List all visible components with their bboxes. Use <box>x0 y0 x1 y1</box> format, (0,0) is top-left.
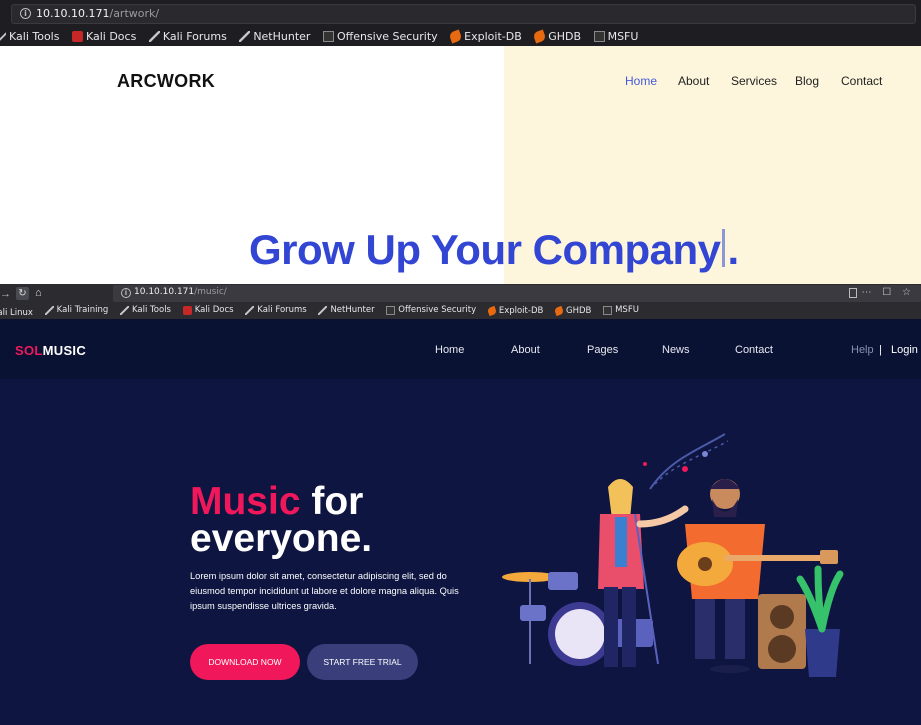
bottom-bookmarks-bar: Kali Linux Kali Training Kali Tools Kali… <box>0 303 921 319</box>
page-actions-icons[interactable]: ⋯ ☐ ☆ <box>862 287 916 298</box>
kali-dragon-icon <box>148 31 160 42</box>
bottom-browser-toolbar: → ↻ ⌂ i 10.10.10.171/music/ ⋯ ☐ ☆ <box>0 284 921 303</box>
ghdb-icon <box>532 29 547 44</box>
msfu-icon <box>603 305 613 315</box>
home-icon[interactable]: ⌂ <box>35 287 42 299</box>
bookmark-ghdb[interactable]: GHDB <box>553 305 591 316</box>
bookmark-msfu[interactable]: MSFU <box>593 30 638 43</box>
bookmark-nethunter[interactable]: NetHunter <box>318 305 375 315</box>
bookmark-kali-forums[interactable]: Kali Forums <box>148 30 227 43</box>
bookmark-msfu[interactable]: MSFU <box>603 305 639 315</box>
nethunter-icon <box>239 31 251 42</box>
nav-news[interactable]: News <box>662 344 690 356</box>
bookmark-exploit-db[interactable]: Exploit-DB <box>486 305 543 316</box>
reader-view-icon[interactable] <box>849 288 857 298</box>
kali-dragon-icon <box>245 305 255 315</box>
top-browser-toolbar: i 10.10.10.171/artwork/ <box>0 0 921 28</box>
bookmark-kali-forums[interactable]: Kali Forums <box>245 305 307 315</box>
offsec-icon <box>386 305 396 315</box>
nav-contact[interactable]: Contact <box>841 74 882 88</box>
start-free-trial-button[interactable]: START FREE TRIAL <box>307 644 418 680</box>
bottom-address-bar[interactable]: i 10.10.10.171/music/ ⋯ ☐ ☆ <box>113 285 921 302</box>
musicians-illustration <box>502 433 844 677</box>
hero-heading: Music for everyone. <box>190 480 373 560</box>
hero-description: Lorem ipsum dolor sit amet, consectetur … <box>190 571 459 611</box>
bookmark-kali-docs[interactable]: Kali Docs <box>182 305 234 315</box>
bookmark-kali-tools[interactable]: Kali Tools <box>119 305 171 315</box>
offsec-icon <box>322 31 334 42</box>
solmusic-logo[interactable]: SOLMUSIC <box>15 343 86 358</box>
site-logo[interactable]: ARCWORK <box>117 71 215 92</box>
typing-caret <box>722 229 726 267</box>
info-icon[interactable]: i <box>20 8 31 19</box>
exploit-db-icon <box>486 305 497 316</box>
help-link[interactable]: Help <box>851 344 874 356</box>
bookmark-kali-tools[interactable]: Kali Tools <box>0 30 59 43</box>
bookmark-kali-linux[interactable]: Kali Linux <box>0 308 33 318</box>
kali-dragon-icon <box>44 305 54 315</box>
top-address-bar[interactable]: i 10.10.10.171/artwork/ <box>11 4 916 24</box>
music-header: SOLMUSIC Home About Pages News Contact H… <box>0 319 921 379</box>
bookmark-offensive-security[interactable]: Offensive Security <box>386 305 476 315</box>
nav-home[interactable]: Home <box>435 344 464 356</box>
nav-blog[interactable]: Blog <box>795 74 819 88</box>
bookmark-nethunter[interactable]: NetHunter <box>239 30 310 43</box>
nav-about[interactable]: About <box>511 344 540 356</box>
kali-dragon-icon <box>119 305 129 315</box>
nethunter-icon <box>318 305 328 315</box>
bookmark-ghdb[interactable]: GHDB <box>532 29 581 44</box>
top-url-text: 10.10.10.171/artwork/ <box>36 7 160 20</box>
bookmark-exploit-db[interactable]: Exploit-DB <box>448 29 522 44</box>
nav-home[interactable]: Home <box>625 74 657 88</box>
bookmark-kali-docs[interactable]: Kali Docs <box>71 30 136 43</box>
download-now-button[interactable]: DOWNLOAD NOW <box>190 644 300 680</box>
kali-docs-icon <box>182 305 192 315</box>
exploit-db-icon <box>448 29 463 44</box>
kali-docs-icon <box>71 31 83 42</box>
bookmark-offensive-security[interactable]: Offensive Security <box>322 30 438 43</box>
hero-heading: Grow Up Your Company. <box>249 226 739 273</box>
nav-about[interactable]: About <box>678 74 709 88</box>
artwork-page: ARCWORK Home About Services Blog Contact… <box>0 46 921 284</box>
music-page: SOLMUSIC Home About Pages News Contact H… <box>0 319 921 725</box>
nav-pages[interactable]: Pages <box>587 344 618 356</box>
bookmark-kali-training[interactable]: Kali Training <box>44 305 108 315</box>
header-separator: | <box>879 344 882 356</box>
ghdb-icon <box>553 305 565 316</box>
login-link[interactable]: Login <box>891 344 918 356</box>
nav-services[interactable]: Services <box>731 74 777 88</box>
back-arrow-icon[interactable]: → <box>0 288 11 300</box>
kali-dragon-icon <box>0 31 6 42</box>
msfu-icon <box>593 31 605 42</box>
reload-icon[interactable]: ↻ <box>16 287 29 300</box>
nav-contact[interactable]: Contact <box>735 344 773 356</box>
info-icon[interactable]: i <box>121 288 131 298</box>
bottom-url-text: 10.10.10.171/music/ <box>134 287 227 297</box>
top-bookmarks-bar: Kali Tools Kali Docs Kali Forums NetHunt… <box>0 28 921 46</box>
